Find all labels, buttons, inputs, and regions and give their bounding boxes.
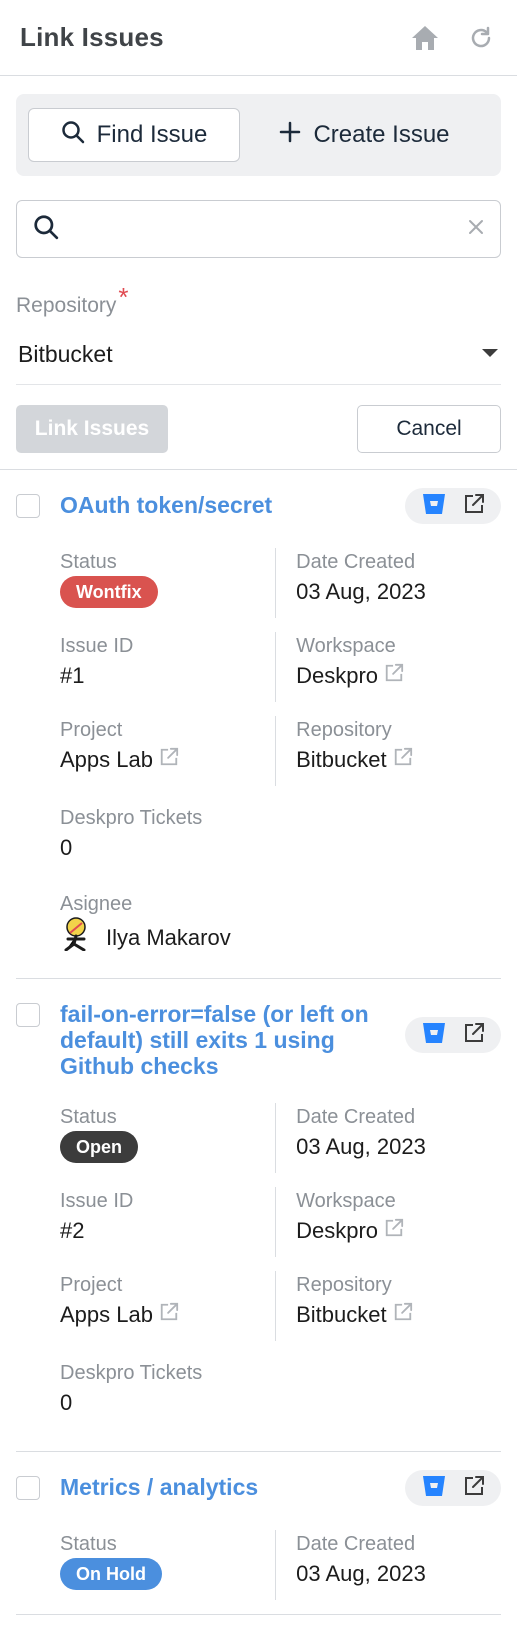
search-box xyxy=(16,200,501,258)
workspace-value: Deskpro xyxy=(296,1218,379,1243)
date-created-label: Date Created xyxy=(296,551,416,573)
issue-actions xyxy=(405,488,501,524)
issue-header: Metrics / analytics xyxy=(16,1470,501,1506)
bitbucket-icon[interactable] xyxy=(422,1475,446,1502)
date-created-label: Date Created xyxy=(296,1106,416,1128)
status-badge: On Hold xyxy=(60,1558,162,1590)
cancel-button[interactable]: Cancel xyxy=(357,405,501,453)
search-icon xyxy=(61,120,85,151)
workspace-value: Deskpro xyxy=(296,663,379,688)
issue-actions xyxy=(405,1470,501,1506)
issue-details: Status Wontfix Date Created 03 Aug, 2023… xyxy=(60,548,501,958)
issue-id-label: Issue ID xyxy=(60,635,134,657)
repository-select-value: Bitbucket xyxy=(18,340,113,367)
workspace-label: Workspace xyxy=(296,635,396,657)
external-link-icon[interactable] xyxy=(159,744,179,776)
repository-select[interactable]: Bitbucket xyxy=(16,333,501,385)
deskpro-tickets-value: 0 xyxy=(60,835,73,860)
app-header: Link Issues xyxy=(0,0,517,76)
issue-card: Metrics / analytics Status On Hold Date … xyxy=(16,1452,501,1615)
project-value: Apps Lab xyxy=(60,747,153,772)
issue-title[interactable]: OAuth token/secret xyxy=(60,488,389,518)
issue-title[interactable]: Metrics / analytics xyxy=(60,1470,389,1500)
external-link-icon[interactable] xyxy=(463,1475,485,1502)
link-issues-button[interactable]: Link Issues xyxy=(16,405,168,453)
repository-label: Repository* xyxy=(16,282,517,319)
form-actions: Link Issues Cancel xyxy=(16,405,501,453)
issue-header: OAuth token/secret xyxy=(16,488,501,524)
repository-label: Repository xyxy=(296,719,392,741)
repository-value: Bitbucket xyxy=(296,1302,387,1327)
issue-header: fail-on-error=false (or left on default)… xyxy=(16,997,501,1079)
status-label: Status xyxy=(60,1533,117,1555)
issue-checkbox[interactable] xyxy=(16,494,40,518)
issue-details: Status On Hold Date Created 03 Aug, 2023 xyxy=(60,1530,501,1600)
workspace-label: Workspace xyxy=(296,1190,396,1212)
bitbucket-icon[interactable] xyxy=(422,493,446,520)
plus-icon xyxy=(279,121,301,150)
project-label: Project xyxy=(60,1274,123,1296)
issue-details: Status Open Date Created 03 Aug, 2023 Is… xyxy=(60,1103,501,1419)
issue-card: OAuth token/secret Status Wontfix Date C… xyxy=(16,470,501,979)
status-badge: Wontfix xyxy=(60,576,158,608)
issue-id-label: Issue ID xyxy=(60,1190,134,1212)
date-created-label: Date Created xyxy=(296,1533,416,1555)
tab-create-issue[interactable]: Create Issue xyxy=(240,108,489,162)
issue-card: fail-on-error=false (or left on default)… xyxy=(16,979,501,1452)
repository-label-text: Repository xyxy=(16,294,117,317)
avatar xyxy=(60,916,92,960)
external-link-icon[interactable] xyxy=(463,493,485,520)
project-label: Project xyxy=(60,719,123,741)
project-value: Apps Lab xyxy=(60,1302,153,1327)
assignee-label: Asignee xyxy=(60,893,133,915)
bitbucket-icon[interactable] xyxy=(422,1022,446,1049)
status-label: Status xyxy=(60,551,117,573)
repository-label: Repository xyxy=(296,1274,392,1296)
date-created-value: 03 Aug, 2023 xyxy=(296,1561,426,1586)
deskpro-tickets-value: 0 xyxy=(60,1390,73,1415)
external-link-icon[interactable] xyxy=(393,1299,413,1331)
home-icon[interactable] xyxy=(409,22,441,54)
issue-id-value: #1 xyxy=(60,663,85,688)
issue-id-value: #2 xyxy=(60,1218,85,1243)
tab-create-issue-label: Create Issue xyxy=(313,121,450,148)
mode-tabs: Find Issue Create Issue xyxy=(16,94,501,176)
deskpro-tickets-label: Deskpro Tickets xyxy=(60,807,203,829)
assignee-name: Ilya Makarov xyxy=(106,925,231,950)
refresh-icon[interactable] xyxy=(465,22,497,54)
date-created-value: 03 Aug, 2023 xyxy=(296,579,426,604)
issue-checkbox[interactable] xyxy=(16,1476,40,1500)
page-title: Link Issues xyxy=(20,22,164,52)
tab-find-issue[interactable]: Find Issue xyxy=(28,108,240,162)
external-link-icon[interactable] xyxy=(159,1299,179,1331)
issue-checkbox[interactable] xyxy=(16,1003,40,1027)
external-link-icon[interactable] xyxy=(384,660,404,692)
external-link-icon[interactable] xyxy=(393,744,413,776)
header-icons xyxy=(409,22,497,54)
caret-down-icon xyxy=(481,345,499,363)
search-icon xyxy=(33,214,59,245)
tab-find-issue-label: Find Issue xyxy=(96,121,208,148)
external-link-icon[interactable] xyxy=(463,1022,485,1049)
issue-title[interactable]: fail-on-error=false (or left on default)… xyxy=(60,997,389,1079)
repository-value: Bitbucket xyxy=(296,747,387,772)
issue-actions xyxy=(405,1017,501,1053)
date-created-value: 03 Aug, 2023 xyxy=(296,1134,426,1159)
required-marker: * xyxy=(118,282,129,312)
external-link-icon[interactable] xyxy=(384,1215,404,1247)
clear-icon[interactable] xyxy=(468,219,484,240)
deskpro-tickets-label: Deskpro Tickets xyxy=(60,1362,203,1384)
status-badge: Open xyxy=(60,1131,139,1163)
search-input[interactable] xyxy=(71,209,456,249)
status-label: Status xyxy=(60,1106,117,1128)
